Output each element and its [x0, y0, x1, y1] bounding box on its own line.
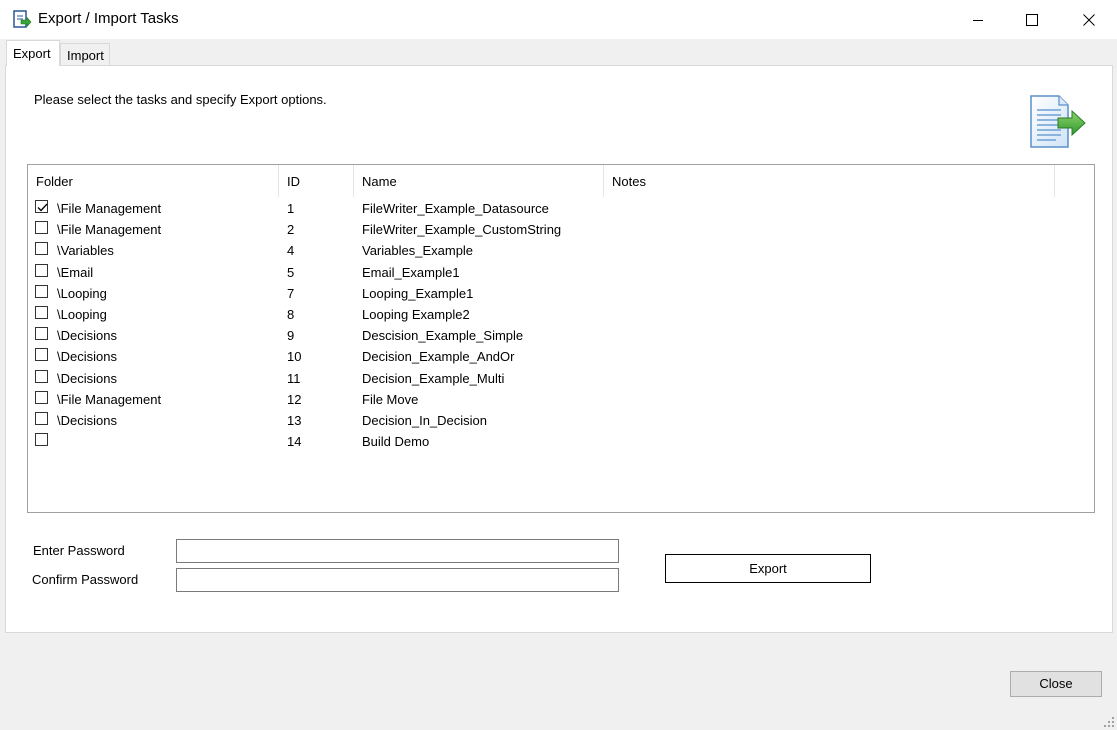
- row-id: 1: [287, 201, 295, 216]
- instruction-text: Please select the tasks and specify Expo…: [34, 92, 327, 107]
- row-folder: \Looping: [57, 285, 107, 301]
- export-document-icon: [12, 10, 32, 30]
- row-checkbox[interactable]: [35, 221, 48, 235]
- table-row[interactable]: \Decisions 10 Decision_Example_AndOr: [28, 346, 1094, 367]
- row-folder: \Looping: [57, 307, 107, 322]
- table-row[interactable]: \Decisions 11 Decision_Example_Multi: [28, 368, 1094, 389]
- row-folder: \Decisions: [57, 413, 117, 428]
- row-name: Decision_In_Decision: [362, 413, 488, 428]
- row-name: File Move: [362, 391, 419, 407]
- row-id: 13: [287, 413, 302, 428]
- table-row[interactable]: 14 Build Demo: [28, 431, 1094, 452]
- row-name: Decision_Example_AndOr: [362, 349, 515, 365]
- row-name: Looping_Example1: [362, 285, 474, 301]
- row-id: 10: [287, 349, 302, 365]
- row-name: Build Demo: [362, 434, 430, 450]
- maximize-icon: [1026, 13, 1038, 26]
- row-checkbox[interactable]: [35, 284, 48, 298]
- row-id: 7: [287, 285, 295, 301]
- tab-export[interactable]: Export: [6, 40, 60, 66]
- table-row[interactable]: \Email 5 Email_Example1: [28, 262, 1094, 283]
- column-header-id[interactable]: ID: [279, 165, 354, 197]
- row-id: 2: [287, 222, 295, 238]
- row-folder: \Variables: [57, 243, 114, 259]
- list-header: Folder ID Name Notes: [28, 165, 1094, 197]
- row-name: Variables_Example: [362, 243, 474, 259]
- minimize-icon: [972, 14, 984, 26]
- row-name: Email_Example1: [362, 264, 460, 280]
- row-folder: \Decisions: [57, 349, 117, 365]
- row-folder: \File Management: [57, 391, 162, 407]
- column-header-notes[interactable]: Notes: [604, 165, 1055, 197]
- column-header-name[interactable]: Name: [354, 165, 604, 197]
- row-checkbox[interactable]: [35, 390, 48, 404]
- enter-password-label: Enter Password: [33, 543, 125, 558]
- row-id: 14: [287, 434, 302, 450]
- tab-import[interactable]: Import: [60, 43, 110, 66]
- row-folder: \Email: [57, 264, 94, 280]
- export-button[interactable]: Export: [665, 554, 871, 583]
- confirm-password-label: Confirm Password: [32, 572, 139, 587]
- tasks-list-view[interactable]: Folder ID Name Notes \File Management 1 Fi…: [27, 164, 1095, 513]
- table-row[interactable]: \File Management 2 FileWriter_Example_Cust…: [28, 219, 1094, 240]
- row-checkbox[interactable]: [35, 242, 48, 256]
- table-row[interactable]: \Decisions 9 Descision_Example_Simple: [28, 325, 1094, 346]
- title-bar: Export / Import Tasks: [0, 0, 1117, 39]
- close-icon: [1083, 13, 1095, 26]
- document-export-arrow-icon: [1028, 94, 1088, 150]
- row-folder: \Decisions: [57, 328, 117, 344]
- row-checkbox[interactable]: [35, 306, 48, 319]
- row-checkbox[interactable]: [35, 200, 48, 213]
- enter-password-field[interactable]: [176, 539, 619, 563]
- close-button[interactable]: Close: [1010, 671, 1102, 697]
- row-id: 8: [287, 307, 295, 322]
- table-row[interactable]: \Looping 8 Looping Example2: [28, 304, 1094, 325]
- row-folder: \Decisions: [57, 370, 117, 386]
- row-name: FileWriter_Example_Datasource: [362, 201, 549, 216]
- table-row[interactable]: \File Management 1 FileWriter_Example_Data…: [28, 198, 1094, 219]
- window-close-button[interactable]: [1066, 0, 1112, 39]
- maximize-button[interactable]: [1009, 0, 1055, 39]
- table-row[interactable]: \Looping 7 Looping_Example1: [28, 283, 1094, 304]
- checkmark-icon: [37, 203, 48, 212]
- window-title: Export / Import Tasks: [38, 10, 179, 27]
- row-folder: \File Management: [57, 222, 162, 238]
- row-checkbox[interactable]: [35, 348, 48, 362]
- row-checkbox[interactable]: [35, 433, 48, 447]
- row-checkbox[interactable]: [35, 327, 48, 341]
- row-name: Looping Example2: [362, 307, 470, 322]
- table-row[interactable]: \Decisions 13 Decision_In_Decision: [28, 410, 1094, 431]
- row-checkbox[interactable]: [35, 412, 48, 425]
- row-id: 12: [287, 391, 302, 407]
- resize-grip-icon[interactable]: [1104, 714, 1114, 727]
- row-id: 11: [287, 370, 301, 386]
- row-id: 5: [287, 264, 295, 280]
- row-checkbox[interactable]: [35, 369, 48, 383]
- row-name: FileWriter_Example_CustomString: [362, 222, 562, 238]
- confirm-password-field[interactable]: [176, 568, 619, 592]
- minimize-button[interactable]: [955, 0, 1001, 39]
- row-checkbox[interactable]: [35, 263, 48, 277]
- table-row[interactable]: \File Management 12 File Move: [28, 389, 1094, 410]
- row-id: 9: [287, 328, 295, 344]
- table-row[interactable]: \Variables 4 Variables_Example: [28, 240, 1094, 261]
- row-name: Decision_Example_Multi: [362, 370, 505, 386]
- column-header-folder[interactable]: Folder: [28, 165, 279, 197]
- row-name: Descision_Example_Simple: [362, 328, 524, 344]
- row-folder: \File Management: [57, 201, 162, 216]
- row-id: 4: [287, 243, 295, 259]
